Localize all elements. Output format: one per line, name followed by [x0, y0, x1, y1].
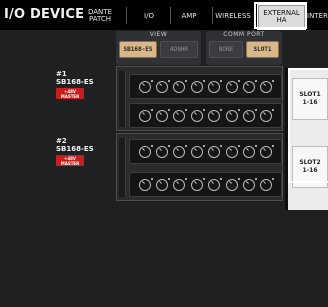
knob-icon[interactable]	[260, 177, 275, 191]
knob-icon[interactable]	[260, 79, 275, 93]
view-label: VIEW	[149, 31, 168, 38]
device-1-rack[interactable]	[116, 66, 283, 131]
knob-icon[interactable]	[208, 144, 223, 158]
knob-icon[interactable]	[225, 177, 240, 191]
knob-icon[interactable]	[208, 79, 223, 93]
knob-icon[interactable]	[156, 144, 171, 158]
knob-icon[interactable]	[156, 79, 171, 93]
knob-icon[interactable]	[260, 108, 275, 122]
knob-icon[interactable]	[138, 144, 153, 158]
phantom-master-badge[interactable]: +48V MASTER	[56, 88, 84, 99]
knob-icon[interactable]	[173, 79, 188, 93]
view-ad8hr-button[interactable]: AD8HR	[160, 41, 198, 58]
knob-icon[interactable]	[242, 177, 257, 191]
tab-divider	[212, 7, 213, 24]
tab-highlight-frame	[254, 2, 307, 29]
preamp-row-1	[129, 74, 282, 99]
io-device-screen: I/O DEVICE DANTE PATCH I/O AMP WIRELESS …	[0, 0, 328, 307]
knob-icon[interactable]	[173, 144, 188, 158]
knob-icon[interactable]	[242, 108, 257, 122]
device-1-info: #1 SB168-ES +48V MASTER	[56, 70, 112, 99]
tab-divider	[126, 7, 127, 24]
knob-icon[interactable]	[208, 177, 223, 191]
slot-highlight-frame	[288, 68, 328, 183]
preamp-row-2	[129, 103, 282, 128]
knob-icon[interactable]	[190, 144, 205, 158]
rack-ear	[119, 71, 126, 127]
tab-io[interactable]: I/O	[134, 5, 164, 27]
comm-none-button[interactable]: NONE	[209, 41, 243, 58]
tab-dante-patch[interactable]: DANTE PATCH	[82, 5, 118, 27]
device-model: SB168-ES	[56, 78, 94, 86]
view-group: VIEW SB168-ES AD8HR	[116, 31, 201, 65]
knob-icon[interactable]	[173, 177, 188, 191]
knob-icon[interactable]	[242, 144, 257, 158]
tab-internal[interactable]: INTERN	[307, 5, 328, 27]
knob-icon[interactable]	[138, 177, 153, 191]
knob-icon[interactable]	[156, 108, 171, 122]
header-bar: I/O DEVICE DANTE PATCH I/O AMP WIRELESS …	[0, 0, 328, 30]
preamp-row-1	[129, 139, 282, 164]
knob-icon[interactable]	[156, 177, 171, 191]
preamp-row-2	[129, 172, 282, 197]
knob-icon[interactable]	[138, 79, 153, 93]
tab-amp[interactable]: AMP	[174, 5, 204, 27]
knob-icon[interactable]	[208, 108, 223, 122]
knob-icon[interactable]	[138, 108, 153, 122]
knob-icon[interactable]	[190, 108, 205, 122]
tab-wireless[interactable]: WIRELESS	[215, 5, 251, 27]
comm-slot1-button[interactable]: SLOT1	[246, 41, 279, 58]
device-id: #2	[56, 137, 67, 145]
device-id: #1	[56, 70, 67, 78]
phantom-master-badge[interactable]: +48V MASTER	[56, 155, 84, 166]
knob-icon[interactable]	[173, 108, 188, 122]
view-sb168-button[interactable]: SB168-ES	[119, 41, 157, 58]
rack-ear	[119, 138, 126, 197]
comm-port-group: COMM PORT NONE SLOT1	[206, 31, 282, 65]
knob-icon[interactable]	[190, 79, 205, 93]
comm-port-label: COMM PORT	[223, 31, 265, 38]
knob-icon[interactable]	[242, 79, 257, 93]
device-2-info: #2 SB168-ES +48V MASTER	[56, 137, 112, 166]
knob-icon[interactable]	[225, 108, 240, 122]
tab-divider	[170, 7, 171, 24]
knob-icon[interactable]	[260, 144, 275, 158]
knob-icon[interactable]	[225, 144, 240, 158]
knob-icon[interactable]	[190, 177, 205, 191]
knob-icon[interactable]	[225, 79, 240, 93]
device-model: SB168-ES	[56, 145, 94, 153]
device-2-rack[interactable]	[116, 133, 283, 201]
page-title: I/O DEVICE	[4, 7, 85, 22]
